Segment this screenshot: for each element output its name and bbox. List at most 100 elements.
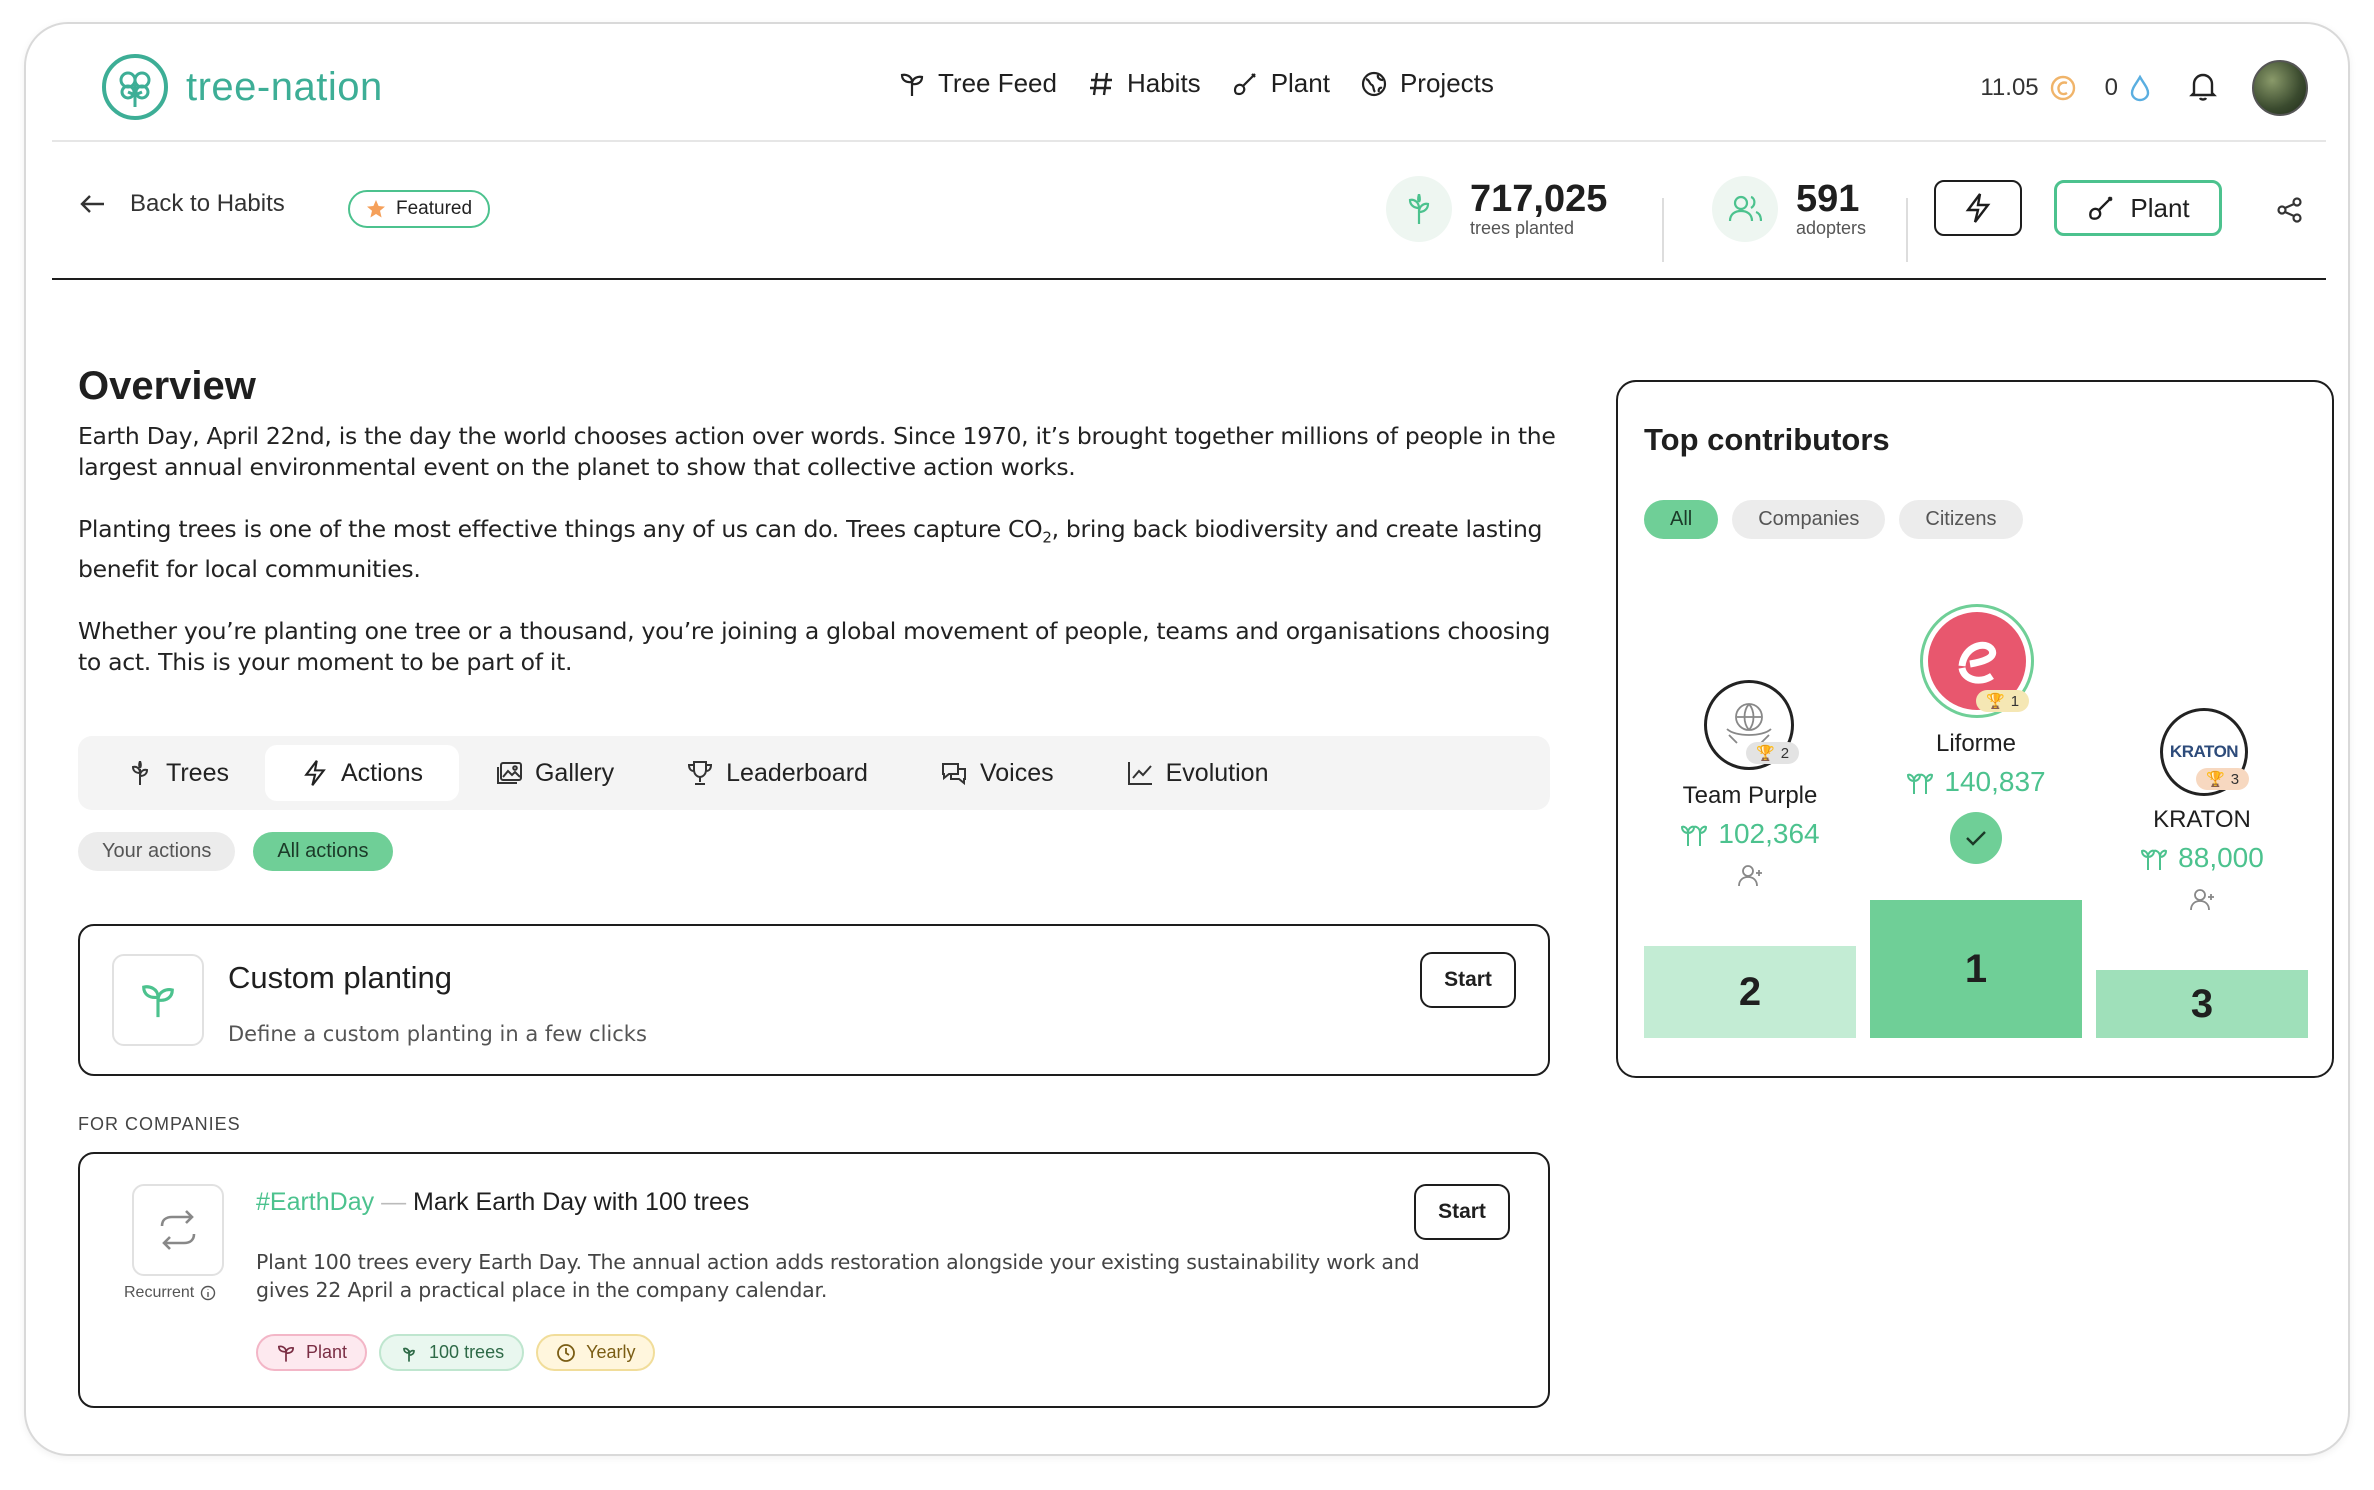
third-place-name[interactable]: KRATON — [2096, 806, 2308, 834]
shovel-icon — [2089, 196, 2113, 220]
filter-all-actions[interactable]: All actions — [253, 832, 393, 871]
trophy-icon: 🏆 — [1986, 693, 2005, 710]
tab-voices-label: Voices — [979, 758, 1054, 787]
action-title: #EarthDay — Mark Earth Day with 100 tree… — [256, 1188, 749, 1217]
user-avatar[interactable] — [2252, 60, 2308, 116]
chat-icon — [941, 763, 966, 786]
earth-day-action-card[interactable]: Recurrent #EarthDay — Mark Earth Day wit… — [78, 1152, 1550, 1408]
chart-icon — [1127, 762, 1152, 785]
hashtag[interactable]: #EarthDay — [256, 1188, 374, 1216]
water-drop-icon — [2130, 74, 2150, 102]
recurrent-label[interactable]: Recurrent — [124, 1284, 216, 1302]
nav-plant[interactable]: Plant — [1231, 68, 1330, 99]
top-contributors-panel: Top contributors All Companies Citizens … — [1616, 380, 2334, 1078]
rank-badge-1: 🏆 1 — [1976, 690, 2030, 712]
tag-frequency: Yearly — [536, 1334, 656, 1371]
tree-icon — [131, 760, 149, 785]
arrow-left-icon — [80, 195, 104, 213]
following-check-icon[interactable] — [1950, 812, 2002, 864]
drop-balance[interactable]: 0 — [2105, 74, 2152, 102]
nav-plant-label: Plant — [1270, 68, 1330, 98]
tree-nation-logo-icon — [102, 54, 168, 120]
first-place-value: 140,837 — [1944, 766, 2046, 797]
shovel-icon — [1233, 72, 1256, 95]
clock-icon — [557, 1343, 575, 1362]
filter-citizens[interactable]: Citizens — [1899, 500, 2023, 539]
filter-your-actions[interactable]: Your actions — [78, 832, 236, 871]
third-place-value: 88,000 — [2178, 842, 2264, 873]
follow-icon[interactable] — [1644, 864, 1856, 893]
divider — [1906, 198, 1908, 262]
follow-icon[interactable] — [2096, 888, 2308, 917]
tree-icon — [403, 1347, 415, 1362]
overview-paragraph-1: Earth Day, April 22nd, is the day the wo… — [78, 422, 1556, 481]
hash-icon — [1089, 72, 1112, 95]
trees-icon — [2141, 849, 2168, 870]
action-tags: Plant 100 trees Yearly — [256, 1334, 656, 1371]
rank-badge-3-label: 3 — [2230, 770, 2240, 788]
logo-text: tree-nation — [186, 64, 383, 109]
second-place-name[interactable]: Team Purple — [1644, 782, 1856, 810]
quick-action-button[interactable] — [1934, 180, 2022, 236]
first-place-name[interactable]: Liforme — [1870, 730, 2082, 758]
overview-p2-text: Planting trees is one of the most effect… — [78, 515, 1043, 543]
plant-button[interactable]: Plant — [2054, 180, 2222, 236]
custom-planting-start-button[interactable]: Start — [1420, 952, 1516, 1008]
nav-tree-feed[interactable]: Tree Feed — [898, 68, 1057, 99]
back-to-habits-link[interactable]: Back to Habits — [78, 190, 285, 218]
rank-badge-3: 🏆 3 — [2196, 768, 2250, 790]
nav-projects[interactable]: Projects — [1360, 68, 1494, 99]
overview-section: Overview Earth Day, April 22nd, is the d… — [78, 364, 1578, 709]
tab-evolution[interactable]: Evolution — [1090, 745, 1305, 801]
custom-planting-card[interactable]: Custom planting Define a custom planting… — [78, 924, 1550, 1076]
tab-voices[interactable]: Voices — [904, 745, 1090, 801]
overview-paragraph-2: Planting trees is one of the most effect… — [78, 514, 1578, 585]
plant-button-label: Plant — [2130, 192, 2190, 223]
coin-balance[interactable]: 11.05 — [1980, 74, 2076, 102]
rank-badge-1-label: 1 — [2010, 692, 2020, 710]
logo[interactable]: tree-nation — [102, 54, 383, 120]
filter-companies[interactable]: Companies — [1732, 500, 1886, 539]
nav-habits-label: Habits — [1126, 68, 1201, 98]
co2-subscript: 2 — [1042, 528, 1052, 547]
action-description: Plant 100 trees every Earth Day. The ann… — [256, 1250, 1420, 1302]
tag-plant-label: Plant — [306, 1342, 348, 1362]
podium-3: 3 — [2096, 970, 2308, 1038]
recurrent-icon — [132, 1184, 224, 1276]
podium-1: 1 — [1870, 900, 2082, 1038]
nav-habits[interactable]: Habits — [1087, 68, 1201, 99]
tab-trees[interactable]: Trees — [90, 745, 265, 801]
coin-icon — [2050, 75, 2075, 101]
adopters-label: adopters — [1796, 217, 1867, 238]
tab-actions[interactable]: Actions — [264, 745, 459, 801]
notifications-bell-icon[interactable] — [2188, 70, 2218, 107]
trees-planted-label: trees planted — [1470, 217, 1575, 238]
nav-tree-feed-label: Tree Feed — [938, 68, 1057, 98]
rank-badge-2: 🏆 2 — [1746, 742, 1800, 764]
filter-all[interactable]: All — [1644, 500, 1719, 539]
first-place: Liforme 140,837 — [1870, 730, 2082, 864]
main-nav: Tree Feed Habits Plant Projects — [898, 68, 1494, 99]
tab-leaderboard[interactable]: Leaderboard — [650, 745, 904, 801]
habit-header: Back to Habits Featured 717,025 trees pl… — [52, 142, 2326, 280]
share-icon[interactable] — [2276, 196, 2304, 229]
top-contributors-title: Top contributors — [1644, 422, 1890, 457]
tag-frequency-label: Yearly — [586, 1342, 636, 1362]
tab-gallery-label: Gallery — [534, 758, 615, 787]
featured-badge: Featured — [348, 190, 491, 228]
second-place: Team Purple 102,364 — [1644, 782, 1856, 893]
earth-day-start-button[interactable]: Start — [1414, 1184, 1510, 1240]
trees-planted-value: 717,025 — [1470, 177, 1608, 220]
adopters-value: 591 — [1796, 177, 1860, 220]
nav-projects-label: Projects — [1399, 68, 1494, 98]
recurrent-label-text: Recurrent — [124, 1284, 195, 1301]
tag-plant: Plant — [256, 1334, 368, 1371]
third-place-trees: 88,000 — [2096, 842, 2308, 874]
gallery-icon — [496, 762, 522, 784]
action-title-text: Mark Earth Day with 100 trees — [413, 1188, 750, 1216]
adopters-icon — [1712, 176, 1778, 242]
tab-evolution-label: Evolution — [1165, 758, 1269, 787]
star-icon — [367, 200, 385, 218]
sprout-icon — [112, 954, 204, 1046]
tab-gallery[interactable]: Gallery — [459, 745, 650, 801]
